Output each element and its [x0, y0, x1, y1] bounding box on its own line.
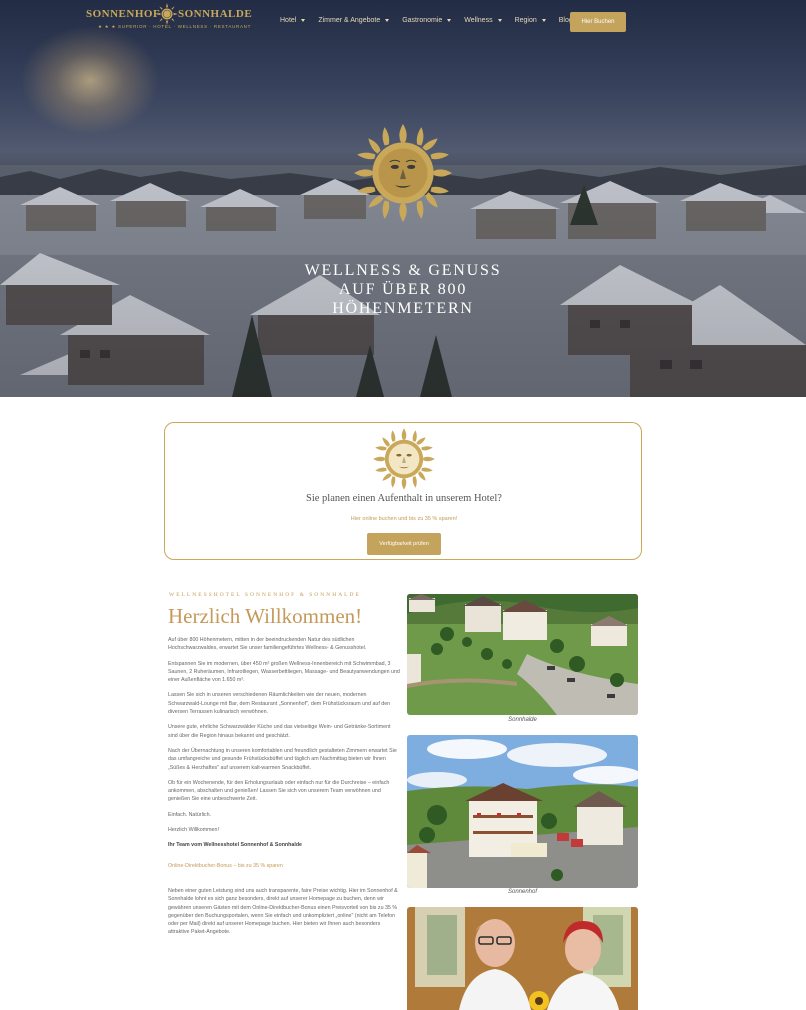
intro-paragraph: Einfach. Natürlich.: [168, 811, 211, 818]
chevron-down-icon: [447, 19, 452, 22]
check-availability-button[interactable]: Verfügbarkeit prüfen: [367, 533, 441, 555]
book-now-button[interactable]: Hier Buchen: [570, 12, 626, 32]
intro-paragraph: Nach der Übernachtung in unseren komfort…: [168, 747, 397, 771]
hero-title-line: AUF ÜBER 800: [338, 281, 468, 298]
sun-face-emblem-icon: [373, 428, 435, 490]
nav-item-hotel[interactable]: Hotel: [280, 17, 306, 24]
hero-headline: WELLNESS & GENUSS AUF ÜBER 800 HÖHENMETE…: [203, 261, 603, 318]
section-eyebrow: WELLNESSHOTEL SONNENHOF & SONNHALDE: [169, 592, 361, 598]
welcome-heading: Herzlich Willkommen!: [168, 604, 363, 628]
team-signature: Ihr Team vom Wellnesshotel Sonnenhof & S…: [168, 842, 303, 849]
bonus-paragraph: Neben einer guten Leistung sind uns auch…: [168, 887, 398, 936]
nav-label: Wellness: [464, 17, 493, 24]
intro-paragraph: Unsere gute, ehrliche Schwarzwälder Küch…: [168, 724, 391, 739]
nav-label: Zimmer & Angebote: [318, 17, 381, 24]
sonnenhof-photo: [407, 735, 638, 888]
intro-text-column: Auf über 800 Höhenmetern, mitten in der …: [168, 636, 400, 944]
hero-title-line: HÖHENMETERN: [332, 300, 474, 317]
sun-logo-icon: [156, 3, 178, 25]
nav-item-region[interactable]: Region: [515, 17, 546, 24]
booking-title: Sie planen einen Aufenthalt in unserem H…: [306, 493, 502, 504]
booking-subtitle[interactable]: Hier online buchen und bis zu 35 % spare…: [165, 516, 643, 522]
booking-card: Sie planen einen Aufenthalt in unserem H…: [164, 422, 642, 560]
nav-item-zimmer[interactable]: Zimmer & Angebote: [318, 17, 390, 24]
nav-item-wellness[interactable]: Wellness: [464, 17, 502, 24]
photo-caption: Sonnenhof: [507, 889, 538, 895]
hero-section: SONNENHOF SONNHALDE ★ ★ ★ SUPERIOR · HOT…: [0, 0, 806, 397]
logo-text-right: SONNHALDE: [178, 8, 253, 20]
photo-caption: Sonnhalde: [508, 717, 537, 723]
nav-label: Region: [514, 17, 537, 24]
chevron-down-icon: [541, 19, 546, 22]
nav-label: Gastronomie: [402, 17, 443, 24]
intro-paragraph: Auf über 800 Höhenmetern, mitten in der …: [168, 637, 367, 652]
site-logo[interactable]: SONNENHOF SONNHALDE ★ ★ ★ SUPERIOR · HOT…: [86, 3, 252, 33]
logo-text-left: SONNENHOF: [86, 8, 161, 20]
main-nav: Hotel Zimmer & Angebote Gastronomie Well…: [280, 17, 586, 24]
bonus-heading: Online-Direktbucher-Bonus – bis zu 35 % …: [168, 862, 283, 869]
hosts-photo: [407, 907, 638, 1010]
sun-face-emblem-icon: [354, 124, 452, 222]
nav-item-gastronomie[interactable]: Gastronomie: [402, 17, 452, 24]
sonnhalde-photo: [407, 594, 638, 715]
chevron-down-icon: [301, 19, 306, 22]
chevron-down-icon: [497, 19, 502, 22]
intro-paragraph: Herzlich Willkommen!: [168, 827, 219, 834]
logo-tagline: ★ ★ ★ SUPERIOR · HOTEL · WELLNESS · REST…: [98, 24, 252, 29]
intro-paragraph: Entspannen Sie im modernen, über 450 m² …: [168, 660, 400, 684]
chevron-down-icon: [385, 19, 390, 22]
intro-paragraph: Ob für ein Wochenende, für den Erholungs…: [168, 779, 390, 803]
hero-title-line: WELLNESS & GENUSS: [304, 262, 502, 279]
nav-label: Hotel: [280, 17, 297, 24]
intro-paragraph: Lassen Sie sich in unseren verschiedenen…: [168, 692, 391, 716]
